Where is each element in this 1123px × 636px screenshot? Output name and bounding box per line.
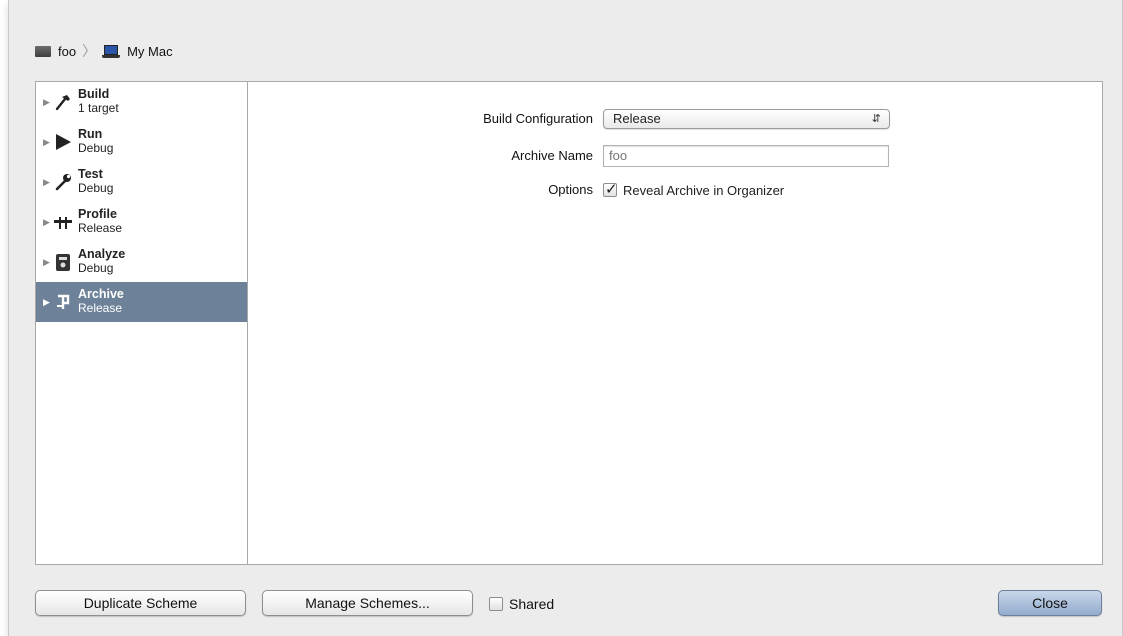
updown-arrows-icon: ⇵	[871, 113, 881, 125]
duplicate-scheme-button[interactable]: Duplicate Scheme	[35, 590, 246, 616]
action-detail: Debug	[78, 181, 114, 195]
archive-name-label: Archive Name	[511, 148, 593, 163]
breadcrumb-project[interactable]: foo	[58, 44, 76, 59]
action-name: Archive	[78, 287, 124, 301]
manage-schemes-button[interactable]: Manage Schemes...	[262, 590, 473, 616]
breadcrumb[interactable]: foo 〉 My Mac	[35, 42, 173, 60]
disclosure-triangle-icon[interactable]: ▶	[36, 202, 50, 242]
scheme-panel: ▶ Build 1 target ▶ Run Debug ▶ Test Debu…	[35, 81, 1103, 565]
reveal-archive-label[interactable]: Reveal Archive in Organizer	[623, 183, 784, 198]
build-configuration-label: Build Configuration	[483, 111, 593, 126]
build-configuration-popup[interactable]: Release ⇵	[603, 109, 890, 129]
action-name: Run	[78, 127, 103, 141]
action-detail: Debug	[78, 261, 114, 275]
instruments-icon	[52, 211, 74, 233]
disclosure-triangle-icon[interactable]: ▶	[36, 162, 50, 202]
action-sidebar: ▶ Build 1 target ▶ Run Debug ▶ Test Debu…	[36, 82, 248, 564]
disclosure-triangle-icon[interactable]: ▶	[36, 282, 50, 322]
disclosure-triangle-icon[interactable]: ▶	[36, 242, 50, 282]
action-detail: Debug	[78, 141, 114, 155]
analyze-icon	[52, 251, 74, 273]
breadcrumb-destination[interactable]: My Mac	[127, 44, 173, 59]
archive-name-field[interactable]: foo	[603, 145, 889, 167]
shared-label[interactable]: Shared	[509, 596, 554, 612]
action-name: Profile	[78, 207, 117, 221]
play-icon	[52, 131, 74, 153]
disclosure-triangle-icon[interactable]: ▶	[36, 82, 50, 122]
action-detail: Release	[78, 221, 123, 235]
archive-settings: Build Configuration Release ⇵ Archive Na…	[249, 82, 1102, 564]
close-button[interactable]: Close	[998, 590, 1102, 616]
sidebar-item-test[interactable]: ▶ Test Debug	[36, 162, 247, 202]
action-detail: 1 target	[78, 101, 119, 115]
disclosure-triangle-icon[interactable]: ▶	[36, 122, 50, 162]
action-name: Test	[78, 167, 103, 181]
shared-option[interactable]: Shared	[489, 594, 554, 614]
hammer-icon	[52, 91, 74, 113]
computer-icon	[102, 44, 121, 58]
options-label: Options	[548, 182, 593, 197]
chevron-right-icon: 〉	[82, 43, 97, 59]
action-name: Analyze	[78, 247, 126, 261]
build-configuration-value: Release	[613, 111, 661, 126]
reveal-archive-option[interactable]: Reveal Archive in Organizer	[603, 180, 784, 200]
archive-icon	[52, 291, 74, 313]
sidebar-item-build[interactable]: ▶ Build 1 target	[36, 82, 247, 122]
scheme-editor-sheet: foo 〉 My Mac ▶ Build 1 target ▶ Run Debu…	[8, 0, 1123, 636]
action-detail: Release	[78, 301, 123, 315]
shared-checkbox[interactable]	[489, 597, 503, 611]
sidebar-item-profile[interactable]: ▶ Profile Release	[36, 202, 247, 242]
sidebar-item-run[interactable]: ▶ Run Debug	[36, 122, 247, 162]
sidebar-item-archive[interactable]: ▶ Archive Release	[36, 282, 247, 322]
reveal-archive-checkbox[interactable]	[603, 180, 618, 198]
action-name: Build	[78, 87, 110, 101]
wrench-icon	[52, 171, 74, 193]
sidebar-item-analyze[interactable]: ▶ Analyze Debug	[36, 242, 247, 282]
project-icon	[35, 45, 51, 57]
